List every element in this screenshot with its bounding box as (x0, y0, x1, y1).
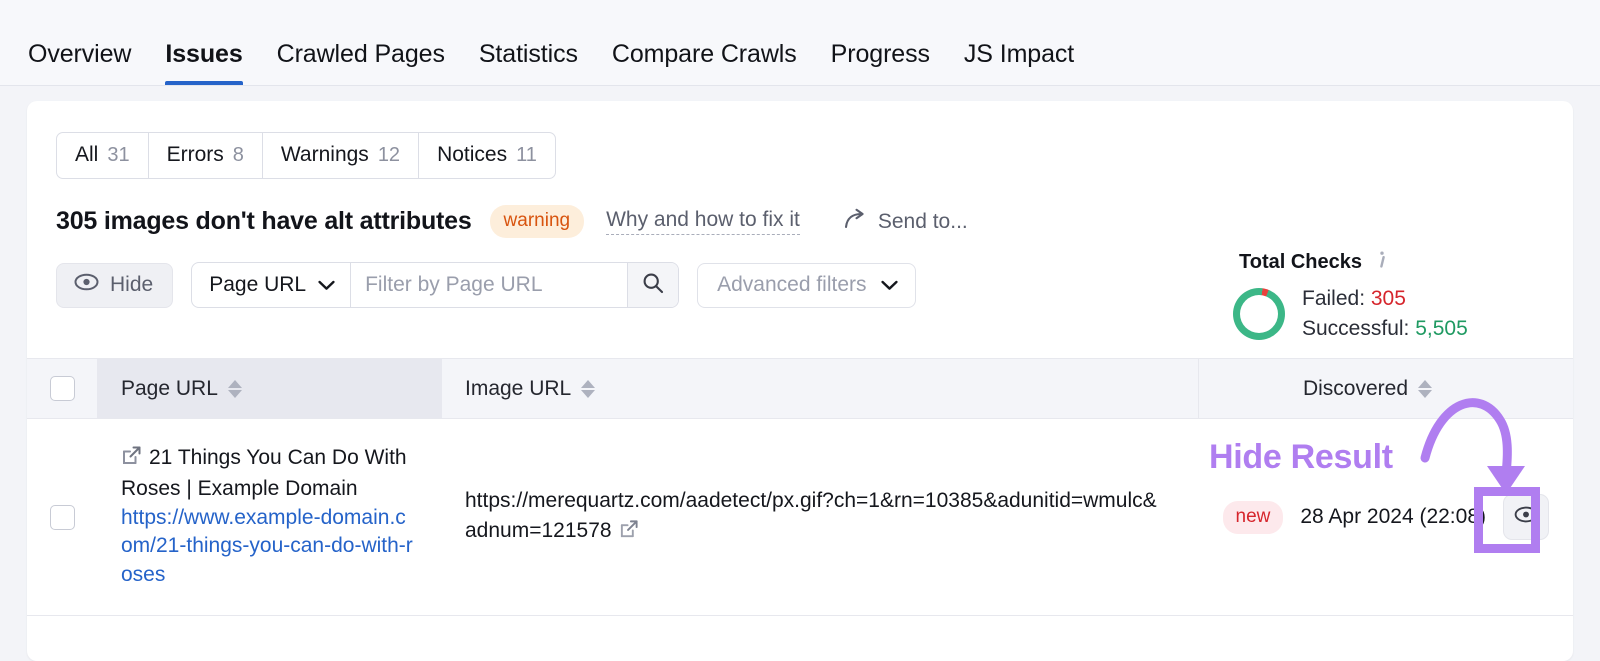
page-url-cell: 21 Things You Can Do With Roses | Exampl… (97, 444, 442, 591)
severity-label: Errors (167, 143, 224, 167)
discovered-date: 28 Apr 2024 (22:08) (1300, 505, 1486, 529)
advanced-filters-dropdown[interactable]: Advanced filters (697, 263, 915, 308)
total-checks-body: Failed: 305 Successful: 5,505 (1233, 284, 1533, 344)
column-label: Discovered (1303, 377, 1408, 401)
page-title-label: 21 Things You Can Do With Roses | Exampl… (121, 446, 407, 500)
page-url-link[interactable]: https://www.example-domain.com/21-things… (121, 504, 414, 591)
severity-filter-notices[interactable]: Notices 11 (419, 133, 555, 178)
tab-label: Overview (28, 40, 131, 68)
search-icon (641, 271, 665, 300)
severity-count: 31 (107, 144, 129, 167)
tab-js-impact[interactable]: JS Impact (964, 40, 1074, 85)
tab-overview[interactable]: Overview (28, 40, 131, 85)
total-checks-donut-chart (1233, 288, 1285, 340)
column-header-page-url[interactable]: Page URL (97, 359, 442, 418)
tab-label: Progress (831, 40, 930, 68)
severity-label: All (75, 143, 98, 167)
chevron-down-icon (881, 273, 898, 297)
tab-label: Crawled Pages (277, 40, 445, 68)
issue-title-row: 305 images don't have alt attributes war… (56, 205, 1573, 238)
filter-field-label: Page URL (209, 273, 306, 297)
total-checks-panel: Total Checks Failed: 305 Successful: 5,5… (1233, 249, 1533, 344)
sort-toggle-icon[interactable] (1418, 380, 1432, 398)
main-tab-bar: Overview Issues Crawled Pages Statistics… (0, 0, 1600, 86)
chevron-down-icon (318, 273, 335, 297)
search-button[interactable] (627, 263, 678, 307)
send-to-label: Send to... (878, 210, 968, 234)
new-badge: new (1223, 501, 1284, 534)
advanced-filters-label: Advanced filters (717, 273, 866, 297)
severity-count: 8 (233, 144, 244, 167)
sort-toggle-icon[interactable] (581, 380, 595, 398)
results-table: Page URL Image URL Discovered 21 Thing (27, 358, 1573, 616)
tab-label: Statistics (479, 40, 578, 68)
total-checks-title: Total Checks (1239, 251, 1362, 274)
total-checks-values: Failed: 305 Successful: 5,505 (1302, 284, 1468, 344)
severity-count: 12 (378, 144, 400, 167)
severity-label: Warnings (281, 143, 369, 167)
severity-filter-errors[interactable]: Errors 8 (149, 133, 263, 178)
severity-count: 11 (516, 144, 537, 167)
info-icon[interactable] (1373, 249, 1391, 275)
severity-filter-warnings[interactable]: Warnings 12 (263, 133, 419, 178)
column-label: Page URL (121, 377, 218, 401)
issue-detail-card: All 31 Errors 8 Warnings 12 Notices 11 3… (27, 101, 1573, 661)
severity-label: Notices (437, 143, 507, 167)
select-all-checkbox[interactable] (50, 376, 75, 401)
external-link-icon[interactable] (121, 445, 142, 475)
tab-compare-crawls[interactable]: Compare Crawls (612, 40, 797, 85)
page-title-text: 21 Things You Can Do With Roses | Exampl… (121, 444, 414, 504)
tab-label: JS Impact (964, 40, 1074, 68)
column-header-image-url[interactable]: Image URL (442, 359, 1198, 418)
failed-row: Failed: 305 (1302, 284, 1468, 314)
row-select-cell (27, 505, 97, 530)
sort-toggle-icon[interactable] (228, 380, 242, 398)
successful-row: Successful: 5,505 (1302, 314, 1468, 344)
tab-label: Issues (165, 40, 242, 68)
eye-icon (1514, 505, 1538, 529)
select-all-cell (27, 359, 97, 418)
image-url-text: https://merequartz.com/aadetect/px.gif?c… (465, 489, 1157, 542)
send-to-button[interactable]: Send to... (844, 208, 968, 236)
search-input[interactable] (351, 263, 627, 307)
image-url-cell: https://merequartz.com/aadetect/px.gif?c… (442, 486, 1198, 549)
discovered-cell: new 28 Apr 2024 (22:08) (1198, 494, 1573, 540)
filter-field-select[interactable]: Page URL (192, 263, 351, 307)
page-title: 305 images don't have alt attributes (56, 207, 472, 236)
eye-icon (74, 273, 99, 297)
hide-result-button[interactable] (1503, 494, 1549, 540)
filter-group: Page URL (191, 262, 679, 308)
table-row: 21 Things You Can Do With Roses | Exampl… (27, 419, 1573, 616)
hide-button-label: Hide (110, 273, 153, 297)
tab-issues[interactable]: Issues (165, 40, 242, 85)
failed-label: Failed: (1302, 287, 1365, 310)
severity-filter-all[interactable]: All 31 (57, 133, 149, 178)
table-header-row: Page URL Image URL Discovered (27, 358, 1573, 419)
severity-filter-group: All 31 Errors 8 Warnings 12 Notices 11 (56, 132, 556, 179)
tab-statistics[interactable]: Statistics (479, 40, 578, 85)
row-checkbox[interactable] (50, 505, 75, 530)
status-badge: warning (490, 205, 585, 238)
successful-value: 5,505 (1415, 317, 1468, 340)
share-arrow-icon (844, 208, 868, 236)
tab-progress[interactable]: Progress (831, 40, 930, 85)
column-header-discovered[interactable]: Discovered (1198, 359, 1573, 418)
column-label: Image URL (465, 377, 571, 401)
why-and-how-to-fix-link[interactable]: Why and how to fix it (606, 208, 800, 235)
external-link-icon[interactable] (619, 518, 639, 548)
failed-value: 305 (1371, 287, 1406, 310)
tab-crawled-pages[interactable]: Crawled Pages (277, 40, 445, 85)
tab-label: Compare Crawls (612, 40, 797, 68)
hide-button[interactable]: Hide (56, 263, 173, 308)
successful-label: Successful: (1302, 317, 1409, 340)
total-checks-header: Total Checks (1239, 249, 1533, 275)
